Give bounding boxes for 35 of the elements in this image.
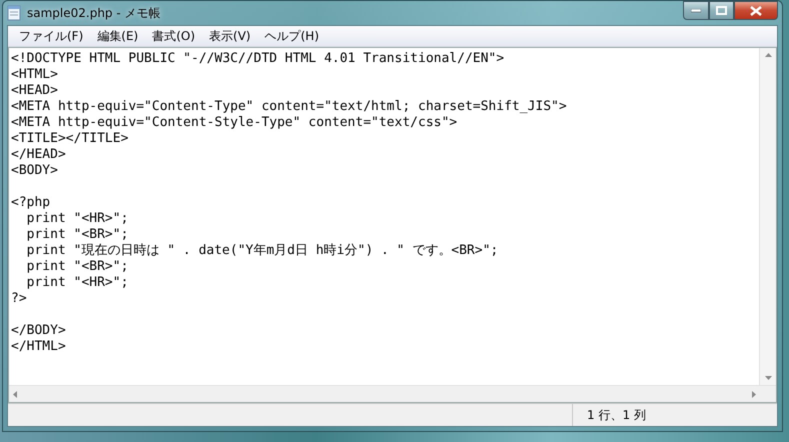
- close-icon: [750, 6, 762, 16]
- menu-item[interactable]: 表示(V): [202, 28, 258, 44]
- code-line: print "<BR>";: [26, 227, 130, 243]
- scroll-right-icon[interactable]: [752, 390, 756, 398]
- code-line: <?php: [11, 195, 52, 211]
- code-line: <BODY>: [11, 163, 59, 179]
- code-line: print "<HR>";: [26, 275, 130, 291]
- menu-item[interactable]: 編集(E): [90, 28, 146, 44]
- code-line: <HEAD>: [11, 83, 59, 99]
- scroll-up-icon[interactable]: [764, 53, 772, 57]
- code-line: <HTML>: [11, 67, 59, 83]
- maximize-button[interactable]: [709, 1, 734, 20]
- code-line: <META http-equiv="Content-Type" content="text/html; charset=Shift_JIS">: [11, 99, 568, 115]
- code-line: print "<HR>";: [26, 211, 130, 227]
- minimize-icon: [691, 8, 701, 12]
- scroll-down-icon[interactable]: [764, 376, 772, 380]
- code-line: </BODY>: [11, 323, 67, 339]
- code-line: print "<BR>";: [26, 259, 130, 275]
- scroll-left-icon[interactable]: [13, 390, 17, 398]
- menu-item[interactable]: ヘルプ(H): [258, 28, 326, 44]
- menu-item[interactable]: 書式(O): [145, 28, 202, 44]
- notepad-icon: [7, 5, 21, 21]
- window-title: sample02.php - メモ帳: [27, 4, 161, 22]
- code-line: </HTML>: [11, 339, 67, 355]
- minimize-button[interactable]: [683, 1, 709, 20]
- maximize-icon: [716, 6, 727, 15]
- code-line: <META http-equiv="Content-Style-Type" content="text/css">: [11, 115, 458, 131]
- cursor-position: 1 行、1 列: [586, 406, 647, 424]
- menu-item[interactable]: ファイル(F): [12, 28, 90, 44]
- code-line: ?>: [11, 291, 28, 307]
- close-button[interactable]: [734, 1, 778, 20]
- code-line: <TITLE></TITLE>: [11, 131, 130, 147]
- code-line: print "現在の日時は " . date("Y年m月d日 h時i分") . " です。<BR>";: [26, 243, 500, 259]
- code-line: </HEAD>: [11, 147, 67, 163]
- code-line: <!DOCTYPE HTML PUBLIC "-//W3C//DTD HTML 4.01 Transitional//EN">: [11, 51, 506, 67]
